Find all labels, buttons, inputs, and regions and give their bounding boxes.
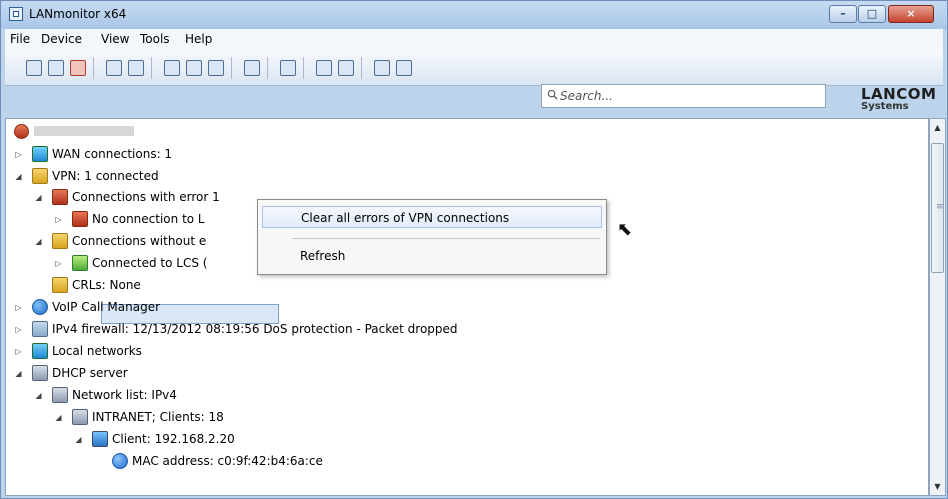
arrow-icon xyxy=(72,255,88,271)
search-icon xyxy=(547,89,558,100)
lock-toolbar-icon[interactable] xyxy=(208,60,224,76)
collapse-icon[interactable]: ◢ xyxy=(34,193,43,202)
error-lock-icon xyxy=(72,211,88,227)
expand-icon[interactable]: ▷ xyxy=(14,347,23,356)
redacted-device-name xyxy=(34,126,134,136)
window-title: LANmonitor x64 xyxy=(29,7,127,21)
vertical-scrollbar[interactable]: ▲ ≡ ▼ xyxy=(929,118,946,496)
lock-icon xyxy=(52,277,68,293)
lock-icon xyxy=(32,168,48,184)
lancom-logo: LANCOM Systems xyxy=(861,85,936,112)
lock-icon xyxy=(52,233,68,249)
expand-icon[interactable]: ▷ xyxy=(54,259,63,268)
collapse-icon[interactable] xyxy=(128,60,144,76)
wlan-icon[interactable] xyxy=(396,60,412,76)
toolbar-divider xyxy=(231,57,232,79)
collapse-icon[interactable]: ◢ xyxy=(34,237,43,246)
mouse-cursor-icon: ⬉ xyxy=(617,219,633,240)
toolbar-divider xyxy=(361,57,362,79)
expand-icon[interactable]: ▷ xyxy=(14,325,23,334)
menu-file[interactable]: File xyxy=(10,32,30,46)
menu-view[interactable]: View xyxy=(101,32,129,46)
tree-label: WAN connections: 1 xyxy=(52,147,173,161)
collapse-icon[interactable]: ◢ xyxy=(14,172,23,181)
tree-label: Network list: IPv4 xyxy=(72,388,177,402)
maximize-icon: □ xyxy=(866,7,878,20)
server-icon xyxy=(32,365,48,381)
grip-icon: ≡ xyxy=(936,202,944,212)
tree-label: Local networks xyxy=(52,344,142,358)
minimize-icon: – xyxy=(840,7,846,20)
tree-label: Connections with error 1 xyxy=(72,190,220,204)
error-lock-icon xyxy=(52,189,68,205)
toolbar-divider xyxy=(303,57,304,79)
expand-icon[interactable]: ▷ xyxy=(14,303,23,312)
menu-bar: File Device View Tools Help xyxy=(5,29,943,49)
monitor-toolbar-icon[interactable] xyxy=(280,60,296,76)
search-device-icon[interactable] xyxy=(316,60,332,76)
maximize-button[interactable]: □ xyxy=(858,5,886,23)
tree-label: Connections without e xyxy=(72,234,207,248)
scroll-up-icon[interactable]: ▲ xyxy=(930,119,945,136)
expand-icon[interactable]: ▷ xyxy=(54,215,63,224)
network-icon xyxy=(32,146,48,162)
connect-icon[interactable] xyxy=(26,60,42,76)
statistics-icon[interactable] xyxy=(338,60,354,76)
minimize-button[interactable]: – xyxy=(829,5,857,23)
menu-device[interactable]: Device xyxy=(41,32,82,46)
menu-help[interactable]: Help xyxy=(185,32,212,46)
close-icon: × xyxy=(906,7,916,20)
phone-icon xyxy=(32,299,48,315)
list-icon[interactable] xyxy=(244,60,260,76)
toolbar-divider xyxy=(267,57,268,79)
lanmonitor-app-icon xyxy=(9,7,23,21)
toolbar-divider xyxy=(151,57,152,79)
close-button[interactable]: × xyxy=(888,5,934,23)
tree-label: VPN: 1 connected xyxy=(52,169,159,183)
toolbar xyxy=(5,49,943,86)
config-icon[interactable] xyxy=(164,60,180,76)
toolbar-divider xyxy=(93,57,94,79)
tree-label: CRLs: None xyxy=(72,278,141,292)
delete-icon[interactable] xyxy=(70,60,86,76)
scroll-down-icon[interactable]: ▼ xyxy=(930,478,945,495)
expand-icon[interactable] xyxy=(106,60,122,76)
collapse-icon[interactable]: ◢ xyxy=(74,435,83,444)
firewall-icon xyxy=(32,321,48,337)
tree-label: No connection to L xyxy=(92,212,205,226)
table-icon[interactable] xyxy=(186,60,202,76)
tree-label: VoIP Call Manager xyxy=(52,300,161,314)
search-input[interactable]: Search... xyxy=(541,84,826,108)
device-tree[interactable]: ▷ WAN connections: 1 ◢ VPN: 1 connected … xyxy=(5,118,929,496)
app-window: LANmonitor x64 – □ × File Device View To… xyxy=(0,0,948,499)
tree-label: DHCP server xyxy=(52,366,128,380)
monitor-icon xyxy=(92,431,108,447)
clear-vpn-errors-menu-item[interactable]: Clear all errors of VPN connections xyxy=(262,206,602,228)
context-menu: Clear all errors of VPN connections Refr… xyxy=(257,199,607,275)
menu-tools[interactable]: Tools xyxy=(140,32,170,46)
error-icon xyxy=(14,124,29,139)
collapse-icon[interactable]: ◢ xyxy=(14,369,23,378)
collapse-icon[interactable]: ◢ xyxy=(34,391,43,400)
network-icon xyxy=(32,343,48,359)
expand-icon[interactable]: ▷ xyxy=(14,150,23,159)
scan-icon[interactable] xyxy=(48,60,64,76)
scroll-thumb[interactable]: ≡ xyxy=(931,143,944,273)
tree-label: Connected to LCS ( xyxy=(92,256,208,270)
search-placeholder: Search... xyxy=(560,89,613,103)
tree-label: INTRANET; Clients: 18 xyxy=(92,410,224,424)
menu-separator xyxy=(292,238,600,239)
server-icon xyxy=(72,409,88,425)
info-icon xyxy=(112,453,128,469)
tree-label: MAC address: c0:9f:42:b4:6a:ce xyxy=(132,454,323,468)
tree-label: IPv4 firewall: 12/13/2012 08:19:56 DoS p… xyxy=(52,322,458,336)
lanconfig-icon[interactable] xyxy=(374,60,390,76)
server-icon xyxy=(52,387,68,403)
refresh-menu-item[interactable]: Refresh xyxy=(262,245,602,267)
tree-label: Client: 192.168.2.20 xyxy=(112,432,235,446)
title-bar[interactable]: LANmonitor x64 – □ × xyxy=(1,1,947,29)
collapse-icon[interactable]: ◢ xyxy=(54,413,63,422)
